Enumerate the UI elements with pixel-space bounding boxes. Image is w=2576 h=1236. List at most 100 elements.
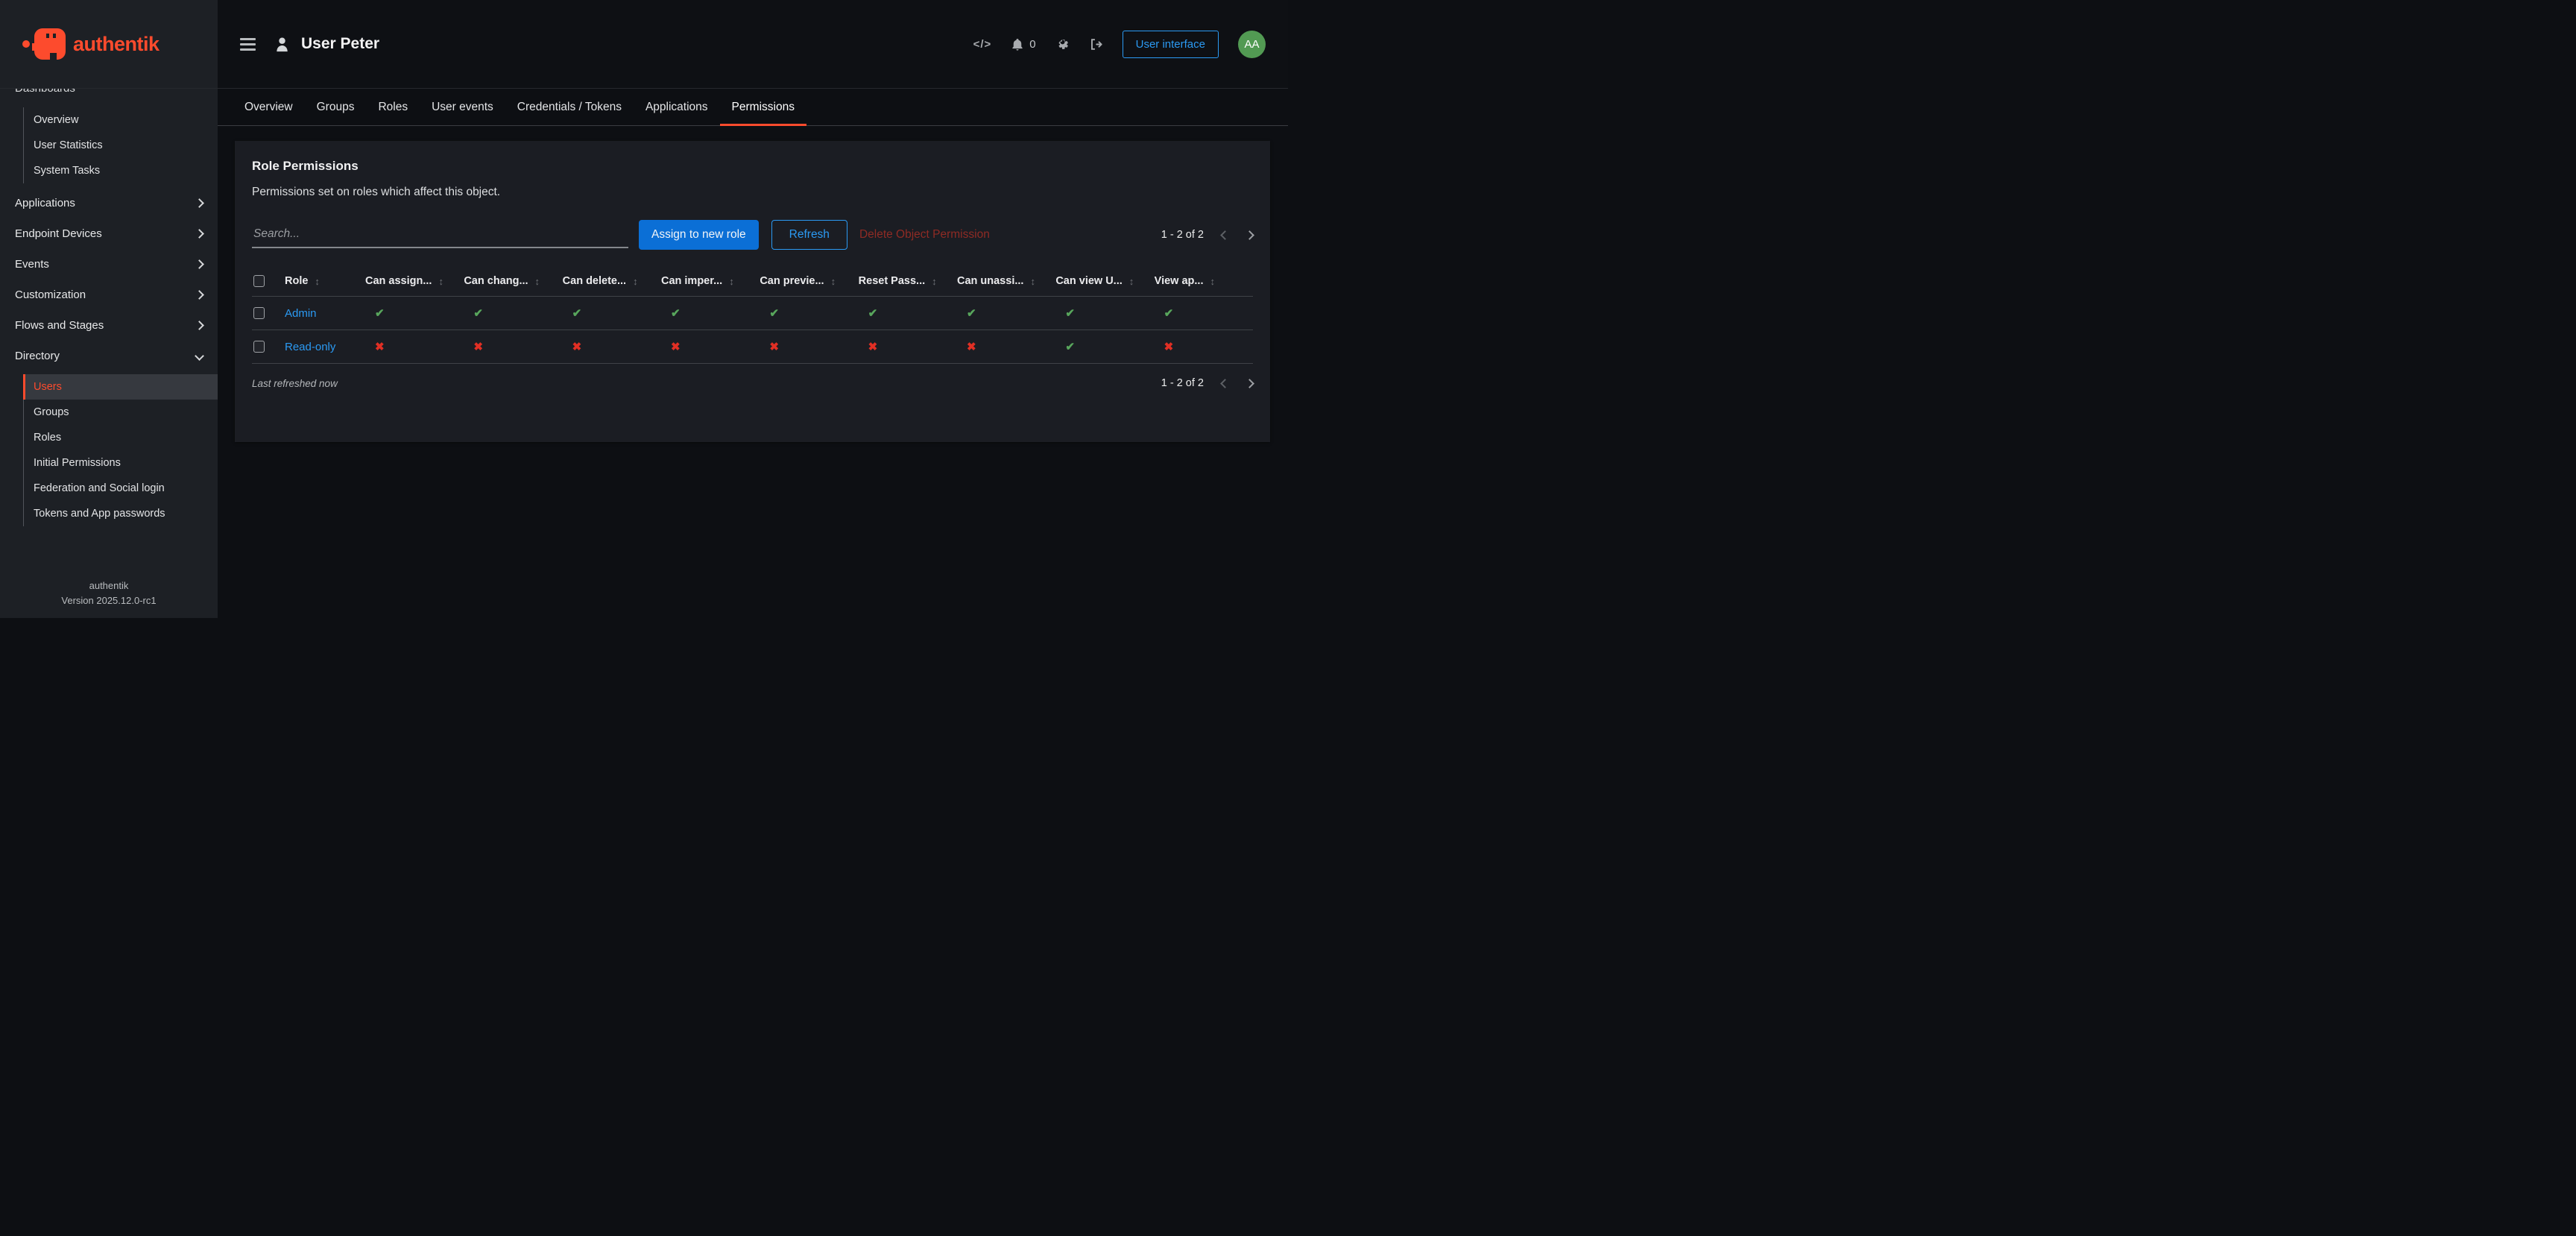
sidebar-item-federation-social-login[interactable]: Federation and Social login [24, 476, 218, 501]
permission-denied-icon: ✖ [859, 340, 957, 353]
sidebar-nav: Dashboards Overview User Statistics Syst… [0, 89, 218, 571]
sort-icon[interactable]: ↕ [438, 276, 443, 287]
permission-denied-icon: ✖ [957, 340, 1055, 353]
sign-out-icon[interactable] [1089, 37, 1103, 51]
permission-granted-icon: ✔ [464, 306, 562, 320]
tab-overview[interactable]: Overview [233, 89, 305, 125]
pagination-next-icon[interactable] [1245, 230, 1254, 240]
pagination-prev-icon[interactable] [1220, 379, 1230, 388]
permission-granted-icon: ✔ [1155, 306, 1253, 320]
permission-denied-icon: ✖ [661, 340, 760, 353]
search-input[interactable] [252, 221, 628, 248]
chevron-right-icon [195, 198, 204, 208]
chevron-right-icon [195, 259, 204, 269]
authentik-logo-icon [22, 28, 66, 60]
permission-denied-icon: ✖ [464, 340, 562, 353]
user-interface-button[interactable]: User interface [1123, 31, 1219, 58]
permission-granted-icon: ✔ [365, 306, 464, 320]
tab-applications[interactable]: Applications [634, 89, 720, 125]
permission-denied-icon: ✖ [563, 340, 661, 353]
notification-count: 0 [1029, 38, 1035, 51]
pagination-prev-icon[interactable] [1220, 230, 1230, 240]
nav-group-dashboards[interactable]: Dashboards [0, 89, 218, 97]
tab-bar: Overview Groups Roles User events Creden… [218, 89, 1288, 126]
pagination-label: 1 - 2 of 2 [1161, 377, 1204, 389]
refresh-button[interactable]: Refresh [771, 220, 847, 250]
main-content: Overview Groups Roles User events Creden… [218, 89, 1288, 618]
tab-credentials-tokens[interactable]: Credentials / Tokens [505, 89, 634, 125]
sidebar-item-groups[interactable]: Groups [24, 400, 218, 425]
sidebar-item-flows-and-stages[interactable]: Flows and Stages [0, 310, 218, 341]
gear-icon[interactable] [1055, 37, 1070, 51]
permission-granted-icon: ✔ [957, 306, 1055, 320]
sidebar-item-events[interactable]: Events [0, 249, 218, 280]
sidebar-item-overview[interactable]: Overview [24, 107, 218, 133]
directory-sub-list: Users Groups Roles Initial Permissions F… [23, 374, 218, 526]
header-actions: </> 0 User interface AA [973, 31, 1266, 58]
sidebar-item-customization[interactable]: Customization [0, 280, 218, 310]
table-row: Admin ✔✔✔✔✔✔✔✔✔ [252, 297, 1253, 330]
column-header: Can unassi...↕ [957, 275, 1055, 287]
role-link-admin[interactable]: Admin [285, 307, 365, 320]
sidebar-item-roles[interactable]: Roles [24, 425, 218, 450]
sort-icon[interactable]: ↕ [831, 276, 836, 287]
column-header: Reset Pass...↕ [859, 275, 957, 287]
card-title: Role Permissions [252, 159, 1253, 174]
permission-granted-icon: ✔ [859, 306, 957, 320]
dashboards-sub-list: Overview User Statistics System Tasks [23, 107, 218, 183]
table-header-row: Role↕ Can assign...↕ Can chang...↕ Can d… [252, 268, 1253, 297]
permissions-table: Role↕ Can assign...↕ Can chang...↕ Can d… [252, 268, 1253, 364]
role-permissions-card: Role Permissions Permissions set on role… [235, 141, 1270, 442]
authentik-logo[interactable]: authentik [0, 0, 218, 89]
tab-groups[interactable]: Groups [305, 89, 367, 125]
column-header: View ap...↕ [1155, 275, 1253, 287]
pagination-next-icon[interactable] [1245, 379, 1254, 388]
role-link-read-only[interactable]: Read-only [285, 341, 365, 353]
authentik-wordmark: authentik [73, 33, 160, 56]
sidebar-item-endpoint-devices[interactable]: Endpoint Devices [0, 218, 218, 249]
pagination-bottom: 1 - 2 of 2 [1161, 377, 1253, 389]
permission-granted-icon: ✔ [760, 306, 858, 320]
permission-denied-icon: ✖ [1155, 340, 1253, 353]
menu-icon[interactable] [240, 38, 256, 51]
tab-permissions[interactable]: Permissions [720, 89, 806, 125]
sidebar-item-system-tasks[interactable]: System Tasks [24, 158, 218, 183]
sort-icon[interactable]: ↕ [729, 276, 734, 287]
sort-icon[interactable]: ↕ [315, 276, 320, 287]
sort-icon[interactable]: ↕ [633, 276, 638, 287]
tab-user-events[interactable]: User events [420, 89, 505, 125]
sort-icon[interactable]: ↕ [1129, 276, 1134, 287]
sort-icon[interactable]: ↕ [535, 276, 540, 287]
sidebar-item-directory[interactable]: Directory [0, 341, 218, 371]
sort-icon[interactable]: ↕ [932, 276, 937, 287]
select-all-checkbox[interactable] [253, 275, 265, 287]
sort-icon[interactable]: ↕ [1030, 276, 1035, 287]
sidebar-footer-app-name: authentik [0, 578, 218, 593]
permission-granted-icon: ✔ [1055, 340, 1154, 353]
table-footer: Last refreshed now 1 - 2 of 2 [252, 377, 1253, 389]
chevron-right-icon [195, 229, 204, 239]
row-checkbox[interactable] [253, 341, 265, 353]
tab-roles[interactable]: Roles [366, 89, 420, 125]
delete-object-permission-button[interactable]: Delete Object Permission [859, 228, 990, 242]
user-icon [274, 36, 291, 53]
sort-icon[interactable]: ↕ [1210, 276, 1215, 287]
sidebar-item-tokens-app-passwords[interactable]: Tokens and App passwords [24, 501, 218, 526]
row-checkbox[interactable] [253, 307, 265, 319]
table-toolbar: Assign to new role Refresh Delete Object… [252, 220, 1253, 250]
sidebar-item-applications[interactable]: Applications [0, 188, 218, 218]
sidebar-item-initial-permissions[interactable]: Initial Permissions [24, 450, 218, 476]
avatar[interactable]: AA [1238, 31, 1266, 58]
sidebar-item-users[interactable]: Users [23, 374, 218, 400]
column-header: Can view U...↕ [1055, 275, 1154, 287]
sidebar: authentik Dashboards Overview User Stati… [0, 0, 218, 618]
column-header: Can chang...↕ [464, 275, 562, 287]
column-header: Can previe...↕ [760, 275, 858, 287]
permission-granted-icon: ✔ [661, 306, 760, 320]
app-window: authentik Dashboards Overview User Stati… [0, 0, 1288, 618]
assign-to-new-role-button[interactable]: Assign to new role [639, 220, 759, 250]
page-title: User Peter [301, 35, 379, 53]
sidebar-item-user-statistics[interactable]: User Statistics [24, 133, 218, 158]
api-code-icon[interactable]: </> [973, 38, 992, 51]
notifications-button[interactable]: 0 [1011, 37, 1035, 51]
